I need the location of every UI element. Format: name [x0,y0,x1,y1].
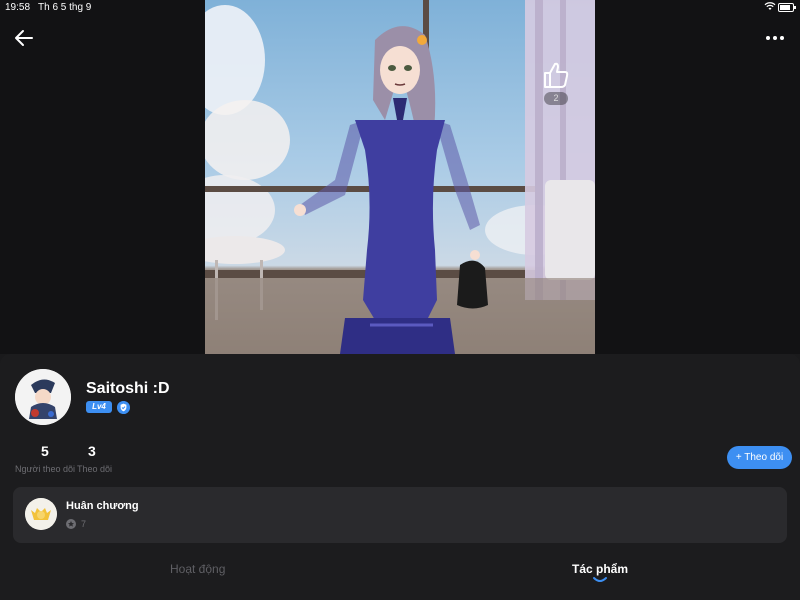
username: Saitoshi :D [86,380,170,397]
arrow-left-icon [15,30,33,46]
shield-check-icon [117,401,130,414]
medal-icon [25,498,57,530]
star-badge-icon [66,519,76,529]
artwork-image[interactable] [205,0,595,354]
medal-title: Huân chương [66,500,139,512]
status-date: Th 6 5 thg 9 [38,2,92,13]
following-count: 3 [88,443,96,459]
tab-active-indicator [593,577,607,582]
tab-works[interactable]: Tác phẩm [572,562,628,576]
like-count: 2 [544,92,568,105]
follow-button[interactable]: + Theo dõi [727,446,792,469]
wifi-icon [764,2,776,10]
battery-level [780,5,790,10]
medal-count: 7 [81,519,87,529]
level-badge: Lv4 [86,401,112,413]
thumbs-up-icon [544,62,569,88]
like-button[interactable] [541,60,571,90]
tab-activity[interactable]: Hoạt động [170,562,225,576]
following-label: Theo dõi [77,464,113,474]
avatar[interactable] [15,369,71,425]
medal-card[interactable] [13,487,787,543]
followers-label: Người theo dõi [15,464,75,474]
back-button[interactable] [13,28,35,48]
status-bar: 19:58 Th 6 5 thg 9 [0,0,800,16]
followers-count: 5 [41,443,49,459]
more-options-button[interactable] [764,28,786,48]
status-time: 19:58 [5,2,31,13]
more-horizontal-icon [766,36,784,40]
battery-icon [778,3,796,12]
